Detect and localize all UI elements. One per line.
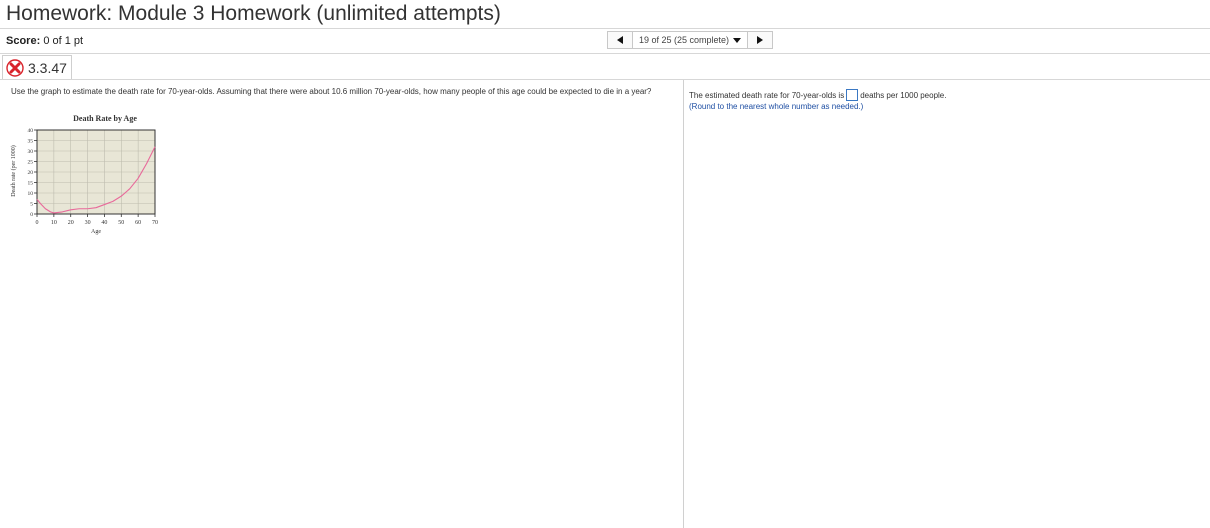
next-question-button[interactable] xyxy=(747,31,774,49)
question-selector[interactable]: 19 of 25 (25 complete) xyxy=(633,31,748,49)
y-tick-label: 40 xyxy=(28,128,34,134)
page-title: Homework: Module 3 Homework (unlimited a… xyxy=(6,2,501,25)
x-tick-label: 50 xyxy=(118,220,124,226)
answer-input[interactable] xyxy=(846,89,859,101)
arrow-left-icon xyxy=(617,36,623,44)
rounding-hint: (Round to the nearest whole number as ne… xyxy=(689,102,864,111)
x-tick-label: 0 xyxy=(36,220,39,226)
previous-question-button[interactable] xyxy=(607,31,633,49)
answer-text-before: The estimated death rate for 70-year-old… xyxy=(689,90,845,100)
y-tick-label: 25 xyxy=(28,160,34,166)
y-tick-label: 35 xyxy=(28,139,34,145)
score-label: Score: xyxy=(6,35,41,47)
question-divider xyxy=(0,79,1210,80)
y-tick-label: 5 xyxy=(30,202,33,208)
answer-text-after: deaths per 1000 people. xyxy=(860,90,947,100)
y-tick-label: 15 xyxy=(28,181,34,187)
x-tick-label: 30 xyxy=(85,220,91,226)
chart-title: Death Rate by Age xyxy=(73,114,137,123)
x-tick-label: 70 xyxy=(152,220,158,226)
pane-divider xyxy=(683,80,684,528)
y-tick-label: 10 xyxy=(28,191,34,197)
y-tick-label: 20 xyxy=(28,170,34,176)
answer-sentence: The estimated death rate for 70-year-old… xyxy=(689,89,946,101)
header-divider xyxy=(0,28,1210,29)
question-position-text: 19 of 25 (25 complete) xyxy=(639,35,730,45)
y-tick-label: 0 xyxy=(30,212,33,218)
x-tick-label: 60 xyxy=(135,220,141,226)
chevron-down-icon xyxy=(733,37,742,43)
x-axis-label: Age xyxy=(91,229,101,235)
toolbar-divider xyxy=(0,53,1210,54)
score-value: 0 of 1 pt xyxy=(43,35,84,47)
score-display: Score: 0 of 1 pt xyxy=(6,35,83,47)
x-tick-label: 40 xyxy=(101,220,107,226)
question-tab: 3.3.47 xyxy=(2,55,72,79)
y-axis-label: Death rate (per 1000) xyxy=(11,145,17,197)
arrow-right-icon xyxy=(757,36,764,44)
question-number: 3.3.47 xyxy=(28,59,67,76)
question-prompt: Use the graph to estimate the death rate… xyxy=(11,87,652,96)
y-tick-label: 30 xyxy=(28,149,34,155)
death-rate-chart: 0 10 20 30 40 50 60 70 0 5 10 15 20 25 30 35 40 Age xyxy=(28,128,159,235)
incorrect-x-icon xyxy=(6,58,24,77)
x-tick-label: 20 xyxy=(68,220,74,226)
question-navigator: 19 of 25 (25 complete) xyxy=(607,31,774,49)
x-tick-label: 10 xyxy=(51,220,57,226)
